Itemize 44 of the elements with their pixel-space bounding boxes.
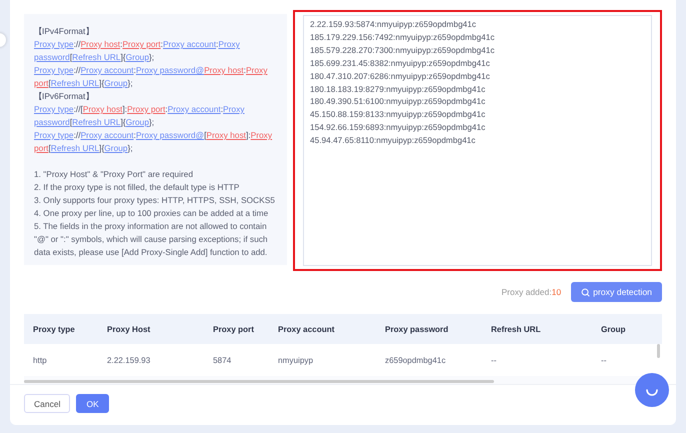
- column-header: Proxy port: [212, 324, 255, 334]
- proxy-line: 185.179.229.156:7492:nmyuipyp:z659opdmbg41c: [310, 30, 496, 44]
- proxy-line: 154.92.66.159:6893:nmyuipyp:z659opdmbg41c: [310, 121, 486, 134]
- chat-icon[interactable]: [635, 373, 669, 407]
- column-header: Proxy type: [32, 324, 76, 334]
- column-header: Proxy Host: [106, 324, 152, 334]
- scrollbar[interactable]: [24, 380, 494, 383]
- ok-button[interactable]: OK: [76, 394, 109, 413]
- proxy-detection-button[interactable]: proxy detection: [571, 282, 662, 302]
- format-line: Proxy type://Proxy account:Proxy password@[Proxy host]:Proxy port[Refresh URL]{Group};: [34, 129, 274, 155]
- table-cell-text: 5874: [212, 356, 232, 364]
- table-cell-text: --: [600, 356, 608, 364]
- format-line: 【IPv4Format】: [34, 25, 94, 38]
- cancel-button[interactable]: Cancel: [24, 394, 70, 413]
- format-line: 【IPv6Format】: [34, 90, 94, 103]
- proxy-input-field[interactable]: [293, 10, 662, 271]
- column-header: Refresh URL: [490, 324, 542, 334]
- proxy-line: 180.47.310.207:6286:nmyuipyp:z659opdmbg41c: [310, 70, 491, 83]
- table-cell-text: 2.22.159.93: [106, 356, 152, 364]
- scrollbar[interactable]: [657, 344, 660, 358]
- table-cell-text: z659opdmbg41c: [384, 356, 447, 364]
- proxy-count-label: Proxy added:10: [502, 287, 562, 297]
- instruction-text: 4. One proxy per line, up to 100 proxies can be added at a time: [34, 207, 270, 220]
- table-cell-text: --: [490, 356, 498, 364]
- instruction-text: 5. The fields in the proxy information are not allowed to contain "@" or ":" symbols, which will cause parsing exceptions; if such data exists, please use [Add Proxy-Single Add] function to add.: [34, 220, 269, 259]
- instruction-text: 2. If the proxy type is not filled, the default type is HTTP: [34, 181, 240, 194]
- proxy-line: 180.18.183.19:8279:nmyuipyp:z659opdmbg41c: [310, 82, 486, 96]
- format-line: Proxy type://[Proxy host]:Proxy port:Proxy account:Proxy password[Refresh URL]{Group};: [34, 103, 246, 129]
- table-cell-text: nmyuipyp: [277, 356, 314, 364]
- format-line: Proxy type://Proxy host:Proxy port:Proxy account:Proxy password[Refresh URL]{Group};: [34, 38, 241, 64]
- proxy-line: 2.22.159.93:5874:nmyuipyp:z659opdmbg41c: [310, 18, 478, 31]
- instruction-text: 1. "Proxy Host" & "Proxy Port" are required: [34, 168, 194, 181]
- format-line: Proxy type://Proxy account:Proxy password@Proxy host:Proxy port[Refresh URL]{Group};: [34, 64, 268, 90]
- column-header: Proxy account: [277, 324, 336, 334]
- proxy-line: 45.150.88.159:8133:nmyuipyp:z659opdmbg41c: [310, 108, 486, 122]
- column-header: Proxy password: [384, 324, 450, 334]
- proxy-line: 185.699.231.45:8382:nmyuipyp:z659opdmbg41c: [310, 56, 491, 70]
- instruction-text: 3. Only supports four proxy types: HTTP, HTTPS, SSH, SOCKS5: [34, 194, 276, 207]
- proxy-line: 45.94.47.65:8110:nmyuipyp:z659opdmbg41c: [310, 134, 476, 148]
- proxy-line: 180.49.390.51:6100:nmyuipyp:z659opdmbg41c: [310, 95, 486, 108]
- column-header: Group: [600, 324, 627, 334]
- table-cell-text: http: [32, 356, 48, 364]
- proxy-line: 185.579.228.270:7300:nmyuipyp:z659opdmbg41c: [310, 44, 496, 57]
- search-icon: [581, 288, 590, 296]
